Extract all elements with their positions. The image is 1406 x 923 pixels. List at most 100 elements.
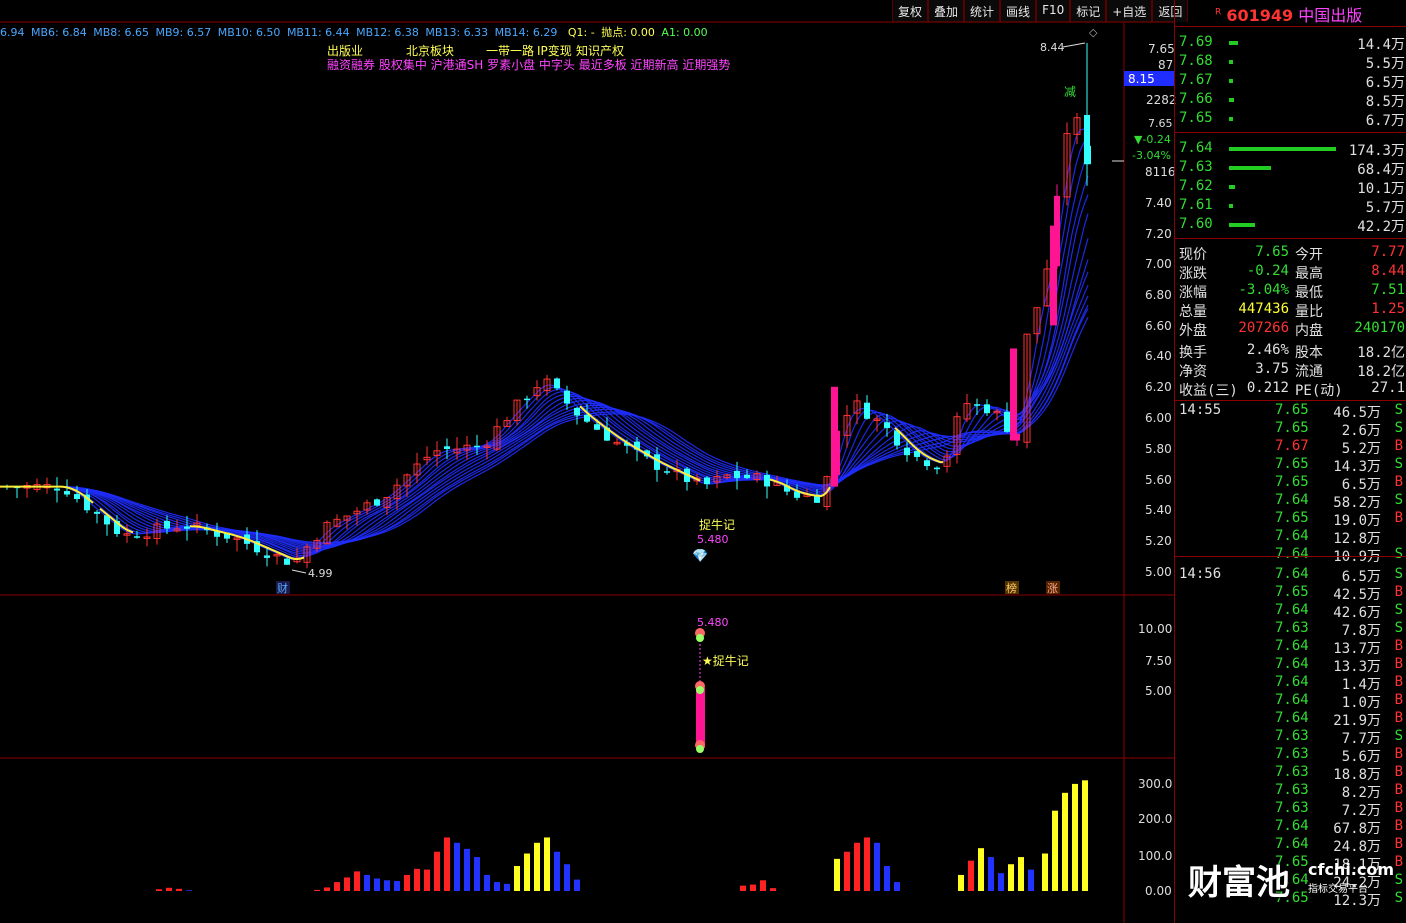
bull-signal-label: 捉牛记 xyxy=(699,517,735,532)
ask-row: 7.65 6.7万 xyxy=(1175,110,1406,129)
volume-bar xyxy=(334,882,340,891)
tick-row: 14:56 7.64 6.5万 S xyxy=(1175,566,1406,585)
tick-price: 7.65 xyxy=(1275,402,1309,418)
tick-side: S xyxy=(1394,566,1403,582)
bid-row: 7.61 5.7万 xyxy=(1175,197,1406,216)
volume-bar xyxy=(750,884,756,891)
tick-price: 7.63 xyxy=(1275,800,1309,816)
bid-row: 7.63 68.4万 xyxy=(1175,159,1406,178)
tick-side: B xyxy=(1394,836,1403,852)
stat-value: -3.04% xyxy=(1238,282,1289,298)
volume-bar xyxy=(1072,783,1078,891)
diamond-icon: ◇ xyxy=(1089,26,1098,39)
candle-body xyxy=(1004,411,1010,432)
bid-price: 7.62 xyxy=(1179,178,1213,194)
tick-row: 7.64 13.3万 B xyxy=(1175,656,1406,675)
volume-bar xyxy=(998,873,1004,891)
sub-axis-label: 7.50 xyxy=(1145,654,1172,668)
tick-price: 7.63 xyxy=(1275,620,1309,636)
axis-label: 7.00 xyxy=(1145,257,1172,271)
tick-volume: 67.8万 xyxy=(1333,821,1381,837)
stat-label: 内盘 xyxy=(1295,323,1323,339)
volume-bar xyxy=(1028,869,1034,891)
stat-label: 换手 xyxy=(1179,345,1207,361)
bid-row: 7.64 174.3万 xyxy=(1175,140,1406,159)
candle-body xyxy=(64,491,70,495)
volume-bar xyxy=(1082,780,1088,891)
ribbon-line xyxy=(0,153,1089,558)
axis-label: 6.20 xyxy=(1145,380,1172,394)
tick-row: 7.64 67.8万 B xyxy=(1175,818,1406,837)
tick-price: 7.65 xyxy=(1275,510,1309,526)
ask-volume: 8.5万 xyxy=(1365,94,1405,110)
axis-label: 6.60 xyxy=(1145,319,1172,333)
stat-value: 1.25 xyxy=(1371,301,1405,317)
stat-label: 净资 xyxy=(1179,364,1207,380)
bid-volume: 174.3万 xyxy=(1348,143,1405,159)
tick-volume: 21.9万 xyxy=(1333,713,1381,729)
high-price-label: 8.44 xyxy=(1040,41,1065,54)
tick-price: 7.64 xyxy=(1275,638,1309,654)
volume-bar xyxy=(564,864,570,891)
tick-row: 7.65 14.3万 S xyxy=(1175,456,1406,475)
stat-value: 18.2亿 xyxy=(1357,345,1405,361)
tick-volume: 46.5万 xyxy=(1333,405,1381,421)
volume-bar xyxy=(874,842,880,891)
axis-label: 7.40 xyxy=(1145,196,1172,210)
candlesticks xyxy=(4,42,1091,569)
bid-bar xyxy=(1229,166,1271,170)
tick-row: 7.64 42.6万 S xyxy=(1175,602,1406,621)
stat-value: 8.44 xyxy=(1371,263,1405,279)
candle-body xyxy=(574,407,580,416)
candle-body xyxy=(764,474,770,487)
axis-label: 8.15 xyxy=(1128,72,1155,86)
volume-bar xyxy=(884,866,890,891)
candle-body xyxy=(1010,348,1017,441)
stat-value: 7.77 xyxy=(1371,244,1405,260)
volume-bar xyxy=(166,887,172,891)
stat-value: 27.1 xyxy=(1371,380,1405,396)
stat-row: 涨跌 -0.24 最高 8.44 xyxy=(1175,263,1406,282)
tick-volume: 58.2万 xyxy=(1333,495,1381,511)
volume-bar xyxy=(504,883,510,891)
tick-side: B xyxy=(1394,638,1403,654)
ask-volume: 5.5万 xyxy=(1365,56,1405,72)
ask-bar xyxy=(1229,60,1233,64)
sub-signal-label: ★捉牛记 xyxy=(702,653,749,668)
volume-bar xyxy=(1008,864,1014,891)
candle-body xyxy=(704,477,710,485)
quote-panel: R 601949 中国出版 7.69 14.4万 7.68 5.5万 7.67 6.5万 7… xyxy=(1174,0,1406,923)
candle-body xyxy=(474,445,480,448)
tick-side: B xyxy=(1394,764,1403,780)
watermark-url: cfchi.com xyxy=(1308,860,1395,879)
kline-chart[interactable]: 8.44 ◇ 减 4.99 捉牛记 5.480 💎 财 榜 涨 5.480 ★捉… xyxy=(0,0,1174,923)
axis-label: 7.20 xyxy=(1145,227,1172,241)
tick-price: 7.64 xyxy=(1275,602,1309,618)
bang-marker: 榜 xyxy=(1006,581,1017,595)
ribbon-line xyxy=(0,175,1089,557)
tick-side: B xyxy=(1394,710,1403,726)
volume-bar xyxy=(374,878,380,891)
ribbon-line xyxy=(0,194,1089,555)
tick-row: 7.67 5.2万 B xyxy=(1175,438,1406,457)
axis-label: 7.65 xyxy=(1148,42,1175,56)
ask-volume: 6.5万 xyxy=(1365,75,1405,91)
candle-body xyxy=(134,536,140,538)
watermark-sub: 指标交易平台 xyxy=(1308,884,1368,895)
stat-value: 447436 xyxy=(1238,301,1289,317)
tick-side: B xyxy=(1394,656,1403,672)
tick-volume: 12.8万 xyxy=(1333,531,1381,547)
volume-bar xyxy=(844,851,850,891)
volume-bar xyxy=(484,874,490,891)
tick-row: 7.64 12.8万 xyxy=(1175,528,1406,547)
ask-price: 7.67 xyxy=(1179,72,1213,88)
volume-bar xyxy=(474,857,480,891)
stock-flag: R xyxy=(1215,7,1222,18)
tick-row: 7.64 21.9万 B xyxy=(1175,710,1406,729)
tick-row: 7.65 6.5万 B xyxy=(1175,474,1406,493)
stock-header[interactable]: R 601949 中国出版 xyxy=(1215,2,1362,26)
tick-volume: 18.8万 xyxy=(1333,767,1381,783)
axis-label: 5.80 xyxy=(1145,442,1172,456)
stat-label: 收益(三) xyxy=(1179,383,1238,399)
tick-volume: 6.5万 xyxy=(1341,569,1381,585)
